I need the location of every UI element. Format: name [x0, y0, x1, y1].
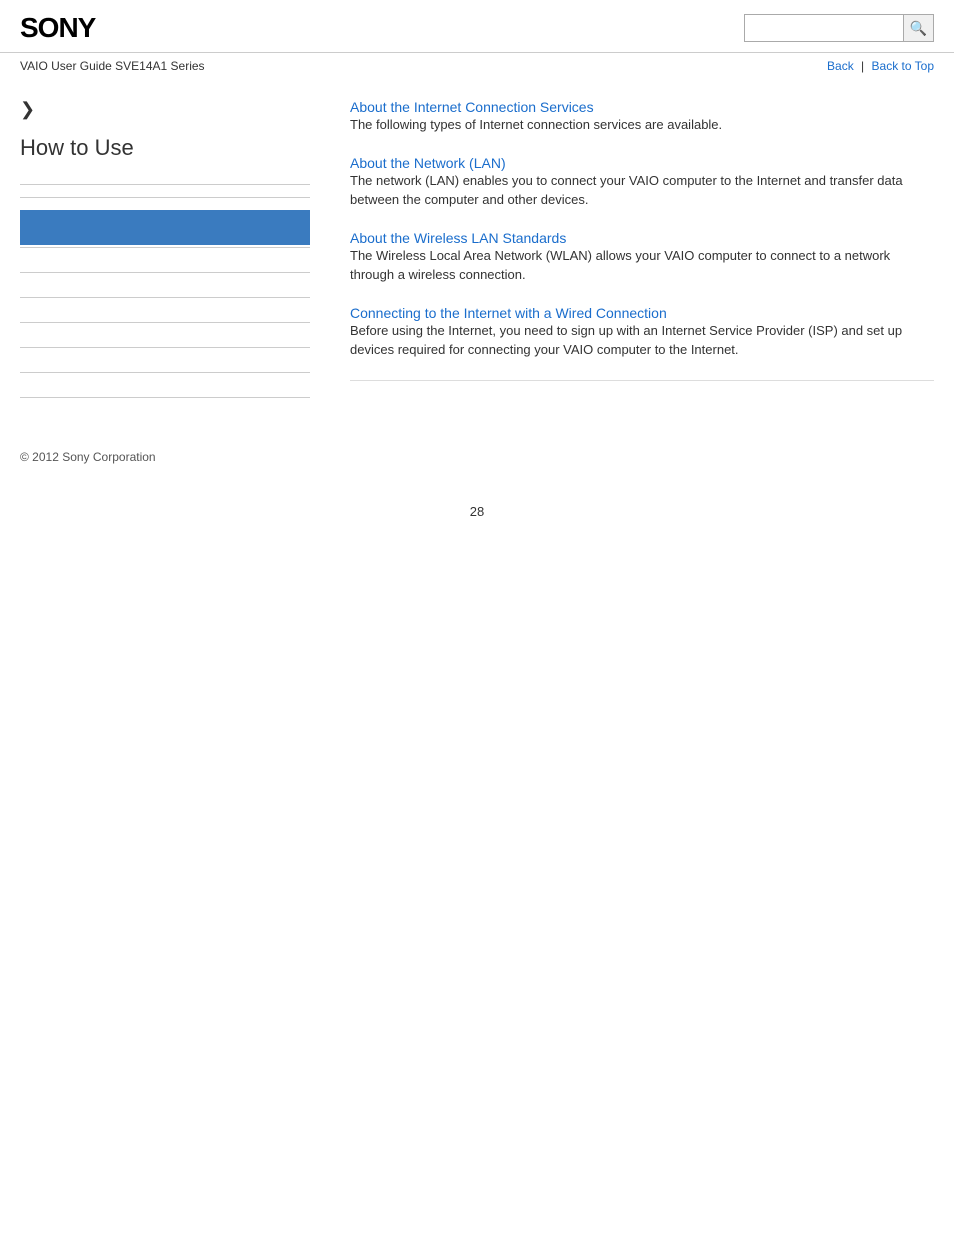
section-title-wireless-lan[interactable]: About the Wireless LAN Standards [350, 230, 566, 246]
search-area: 🔍 [744, 14, 934, 42]
sidebar-title: How to Use [20, 135, 310, 169]
section-text-wireless-lan: The Wireless Local Area Network (WLAN) a… [350, 246, 934, 285]
section-wired-connection: Connecting to the Internet with a Wired … [350, 305, 934, 360]
sidebar-item-active[interactable] [20, 210, 310, 245]
nav-links: Back | Back to Top [827, 59, 934, 73]
section-title-internet-connection[interactable]: About the Internet Connection Services [350, 99, 594, 115]
sidebar-arrow[interactable]: ❯ [20, 99, 310, 120]
sidebar-spacer-5 [20, 360, 310, 372]
search-button[interactable]: 🔍 [904, 14, 934, 42]
sidebar-divider-3 [20, 247, 310, 248]
page-header: SONY 🔍 [0, 0, 954, 53]
sidebar-divider-8 [20, 372, 310, 373]
sidebar-divider-6 [20, 322, 310, 323]
section-title-wired-connection[interactable]: Connecting to the Internet with a Wired … [350, 305, 667, 321]
back-to-top-link[interactable]: Back to Top [872, 59, 934, 73]
main-layout: ❯ How to Use About the Internet Connecti… [0, 79, 954, 430]
section-text-wired-connection: Before using the Internet, you need to s… [350, 321, 934, 360]
section-title-network-lan[interactable]: About the Network (LAN) [350, 155, 506, 171]
page-number: 28 [0, 504, 954, 529]
sidebar-divider-7 [20, 347, 310, 348]
sidebar-spacer-4 [20, 335, 310, 347]
sidebar-divider-4 [20, 272, 310, 273]
section-wireless-lan: About the Wireless LAN Standards The Wir… [350, 230, 934, 285]
sidebar: ❯ How to Use [20, 89, 330, 410]
section-text-network-lan: The network (LAN) enables you to connect… [350, 171, 934, 210]
sidebar-divider-5 [20, 297, 310, 298]
sidebar-spacer-6 [20, 385, 310, 397]
search-icon: 🔍 [910, 20, 927, 37]
pipe-separator: | [861, 59, 864, 73]
section-text-internet-connection: The following types of Internet connecti… [350, 115, 934, 135]
sidebar-spacer-2 [20, 285, 310, 297]
sidebar-spacer-1 [20, 260, 310, 272]
sidebar-divider-9 [20, 397, 310, 398]
footer: © 2012 Sony Corporation [0, 430, 954, 474]
subheader: VAIO User Guide SVE14A1 Series Back | Ba… [0, 53, 954, 79]
content-bottom-divider [350, 380, 934, 381]
sidebar-divider-2 [20, 197, 310, 198]
sidebar-spacer-3 [20, 310, 310, 322]
search-input[interactable] [744, 14, 904, 42]
sony-logo: SONY [20, 12, 95, 44]
back-link[interactable]: Back [827, 59, 854, 73]
section-network-lan: About the Network (LAN) The network (LAN… [350, 155, 934, 210]
section-internet-connection: About the Internet Connection Services T… [350, 99, 934, 135]
sidebar-divider-1 [20, 184, 310, 185]
copyright: © 2012 Sony Corporation [20, 450, 156, 464]
guide-title: VAIO User Guide SVE14A1 Series [20, 59, 205, 73]
content-area: About the Internet Connection Services T… [330, 89, 934, 410]
